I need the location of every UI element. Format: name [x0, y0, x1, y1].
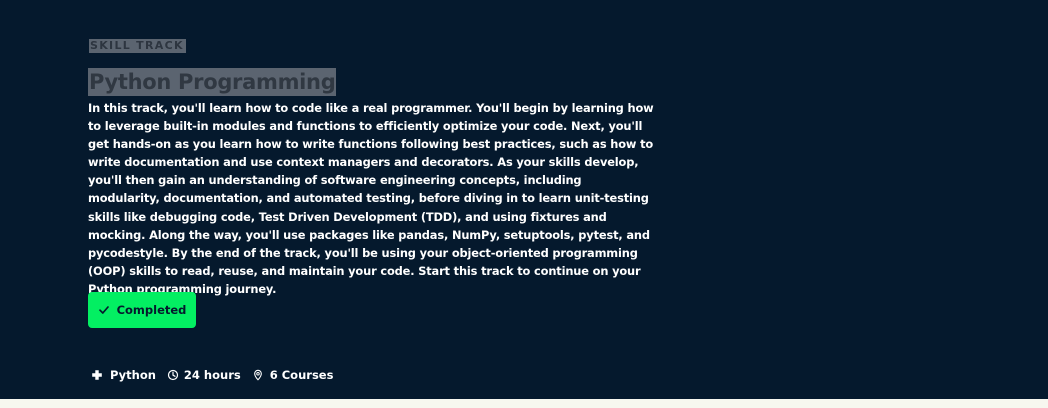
- courses-count-label: 6 Courses: [269, 368, 334, 382]
- duration-meta: 24 hours: [167, 368, 241, 382]
- location-pin-icon: [252, 369, 264, 381]
- clock-icon: [167, 369, 179, 381]
- plus-icon: [91, 369, 103, 381]
- track-type-label: SKILL TRACK: [89, 39, 186, 53]
- technology-meta: Python: [91, 368, 156, 382]
- technology-label: Python: [110, 368, 156, 382]
- track-hero: SKILL TRACK Python Programming In this t…: [0, 0, 1048, 399]
- courses-meta: 6 Courses: [252, 368, 334, 382]
- duration-label: 24 hours: [183, 368, 241, 382]
- completed-button-label: Completed: [116, 303, 187, 317]
- track-description: In this track, you'll learn how to code …: [88, 101, 654, 296]
- check-icon: [98, 304, 110, 316]
- track-meta: Python 24 hours 6 Courses: [91, 366, 344, 384]
- track-title: Python Programming: [88, 68, 337, 97]
- completed-button[interactable]: Completed: [88, 292, 196, 328]
